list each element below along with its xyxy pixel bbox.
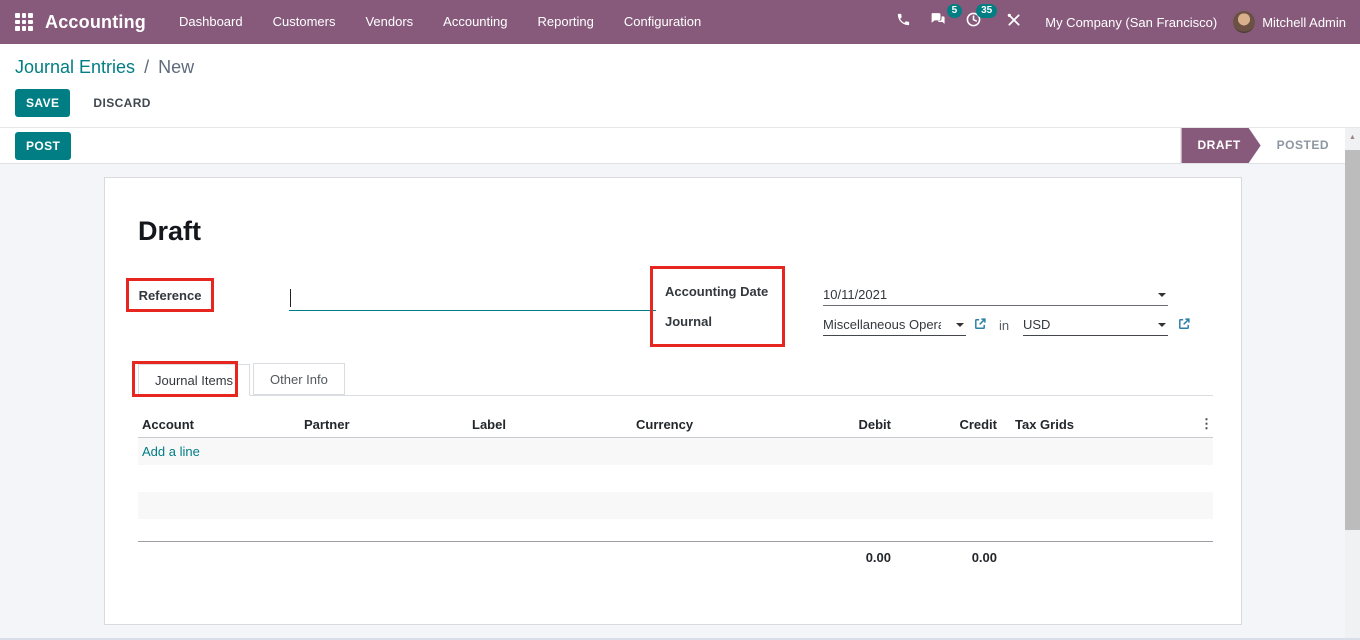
journal-external-link-icon[interactable] [973,317,987,331]
control-panel: Journal Entries / New SAVE DISCARD [0,44,1360,128]
phone-button[interactable] [887,6,920,38]
total-debit: 0.00 [806,550,891,565]
column-currency[interactable]: Currency [636,417,806,432]
totals-row: 0.00 0.00 [138,541,1213,573]
activities-badge: 35 [976,4,997,18]
user-avatar[interactable] [1233,11,1255,33]
main-menu: Dashboard Customers Vendors Accounting R… [164,0,716,44]
menu-customers[interactable]: Customers [258,0,351,44]
total-credit: 0.00 [891,550,997,565]
text-cursor [290,289,291,307]
activities-button[interactable]: 35 [956,5,991,39]
empty-row [138,492,1213,519]
table-header-row: Account Partner Label Currency Debit Cre… [138,411,1213,438]
accounting-date-label: Accounting Date [665,284,782,299]
breadcrumb: Journal Entries / New [0,44,1360,78]
journal-entry-form: Draft Reference Accounting Date Journal … [104,177,1242,625]
empty-row [138,519,1213,541]
empty-row [138,465,1213,492]
user-menu[interactable]: Mitchell Admin [1262,15,1346,30]
app-title[interactable]: Accounting [45,12,146,33]
highlight-box-date-journal: Accounting Date Journal [650,266,785,347]
chevron-down-icon [1158,323,1166,327]
apps-grid-icon[interactable] [15,13,33,31]
state-posted[interactable]: POSTED [1261,128,1345,163]
post-button[interactable]: POST [15,132,71,160]
add-line-row: Add a line [138,438,1213,465]
optional-columns-icon[interactable]: ⋮ [1195,416,1213,432]
chat-icon [929,11,947,33]
phone-icon [896,12,911,32]
column-tax-grids[interactable]: Tax Grids [997,417,1195,432]
reference-input[interactable] [289,286,656,311]
tab-journal-items[interactable]: Journal Items [138,364,250,396]
vertical-scrollbar[interactable]: ▲ [1345,128,1360,640]
breadcrumb-separator: / [144,57,149,77]
breadcrumb-current: New [158,57,194,77]
record-state-title: Draft [138,216,201,247]
navbar-systray: 5 35 My Company (San Francisco) Mitchell… [887,5,1360,39]
menu-configuration[interactable]: Configuration [609,0,716,44]
in-label: in [999,318,1009,333]
column-account[interactable]: Account [138,417,304,432]
column-debit[interactable]: Debit [806,417,891,432]
chevron-down-icon [956,323,964,327]
scrollbar-thumb[interactable] [1345,150,1360,530]
journal-field[interactable]: Miscellaneous Operations [823,314,966,336]
column-label[interactable]: Label [472,417,636,432]
breadcrumb-journal-entries[interactable]: Journal Entries [15,57,135,77]
highlight-box-reference: Reference [126,278,214,312]
discard-button[interactable]: DISCARD [82,89,161,117]
form-statusbar: POST DRAFT POSTED [0,128,1345,164]
chevron-down-icon [1158,293,1166,297]
accounting-date-value: 10/11/2021 [823,287,887,302]
menu-vendors[interactable]: Vendors [350,0,428,44]
menu-reporting[interactable]: Reporting [523,0,609,44]
accounting-date-field[interactable]: 10/11/2021 [823,284,1168,306]
action-buttons: SAVE DISCARD [15,89,1360,117]
journal-value: Miscellaneous Operations [823,317,941,332]
status-pipeline: DRAFT POSTED [1180,128,1345,163]
currency-external-link-icon[interactable] [1177,317,1191,331]
tools-button[interactable] [997,6,1031,39]
top-navbar: Accounting Dashboard Customers Vendors A… [0,0,1360,44]
menu-dashboard[interactable]: Dashboard [164,0,258,44]
currency-field[interactable]: USD [1023,314,1168,336]
tools-icon [1006,12,1022,33]
column-credit[interactable]: Credit [891,417,997,432]
state-draft[interactable]: DRAFT [1181,128,1260,163]
save-button[interactable]: SAVE [15,89,70,117]
add-a-line-link[interactable]: Add a line [142,444,200,459]
notebook-tabs: Journal Items Other Info [138,363,1213,396]
messages-button[interactable]: 5 [920,5,956,39]
column-partner[interactable]: Partner [304,417,472,432]
menu-accounting[interactable]: Accounting [428,0,522,44]
scrollbar-up-arrow[interactable]: ▲ [1345,128,1360,146]
tab-other-info[interactable]: Other Info [253,363,345,395]
journal-items-table: Account Partner Label Currency Debit Cre… [138,411,1213,573]
reference-label: Reference [139,288,202,303]
journal-label: Journal [665,314,782,329]
currency-value: USD [1023,317,1050,332]
company-switcher[interactable]: My Company (San Francisco) [1045,15,1217,30]
